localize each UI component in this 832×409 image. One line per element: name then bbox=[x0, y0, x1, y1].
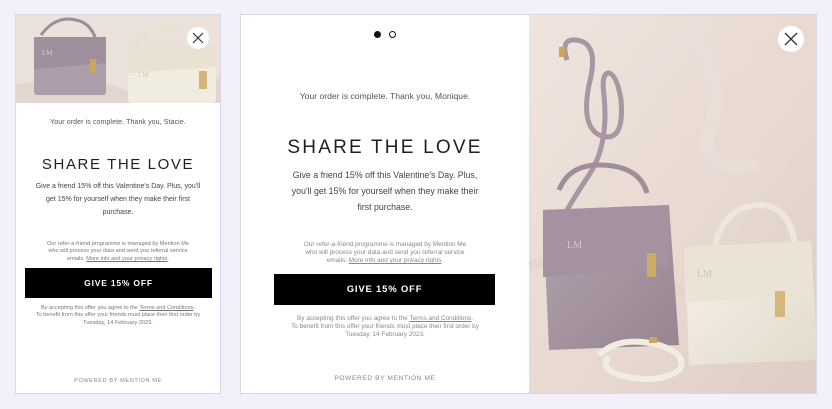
privacy-notice: Our refer-a-friend programme is managed … bbox=[303, 241, 467, 265]
powered-by: POWERED BY MENTION ME bbox=[74, 378, 162, 384]
offer-text: Give a friend 15% off this Valentine's D… bbox=[291, 170, 479, 212]
terms-notice: By accepting this offer you agree to the… bbox=[35, 305, 201, 326]
slide-indicator bbox=[374, 31, 396, 38]
terms-notice: By accepting this offer you agree to the… bbox=[291, 315, 479, 339]
close-button[interactable] bbox=[778, 26, 804, 52]
give-offer-button[interactable]: GIVE 15% OFF bbox=[274, 274, 495, 305]
monogram: LM bbox=[42, 49, 53, 57]
handbags-image: LM LM bbox=[16, 15, 220, 103]
svg-text:LM: LM bbox=[138, 71, 149, 79]
page-title: SHARE THE LOVE bbox=[287, 137, 483, 158]
slide-dot-1[interactable] bbox=[374, 31, 381, 38]
monogram: LM bbox=[697, 269, 712, 280]
desktop-popup: Your order is complete. Thank you, Moniq… bbox=[240, 14, 817, 394]
terms-link[interactable]: Terms and Conditions bbox=[409, 315, 471, 322]
powered-by: POWERED BY MENTION ME bbox=[334, 375, 436, 382]
mobile-popup: LM LM Your order is complete. Thank you,… bbox=[15, 14, 221, 394]
offer-text: Give a friend 15% off this Valentine's D… bbox=[35, 183, 201, 216]
order-thanks: Your order is complete. Thank you, Staci… bbox=[50, 119, 186, 126]
close-icon bbox=[192, 32, 204, 44]
page-title: SHARE THE LOVE bbox=[41, 156, 195, 173]
privacy-link[interactable]: More info and your privacy rights bbox=[86, 256, 167, 262]
privacy-link[interactable]: More info and your privacy rights bbox=[349, 257, 442, 264]
terms-link[interactable]: Terms and Conditions bbox=[139, 305, 193, 311]
monogram: LM bbox=[567, 240, 582, 251]
handbags-image: LM LM bbox=[529, 15, 816, 393]
order-thanks: Your order is complete. Thank you, Moniq… bbox=[299, 91, 471, 101]
close-button[interactable] bbox=[187, 27, 209, 49]
give-offer-button[interactable]: GIVE 15% OFF bbox=[25, 268, 212, 298]
close-icon bbox=[784, 32, 798, 46]
privacy-notice: Our refer-a-friend programme is managed … bbox=[46, 241, 190, 262]
slide-dot-2[interactable] bbox=[389, 31, 396, 38]
